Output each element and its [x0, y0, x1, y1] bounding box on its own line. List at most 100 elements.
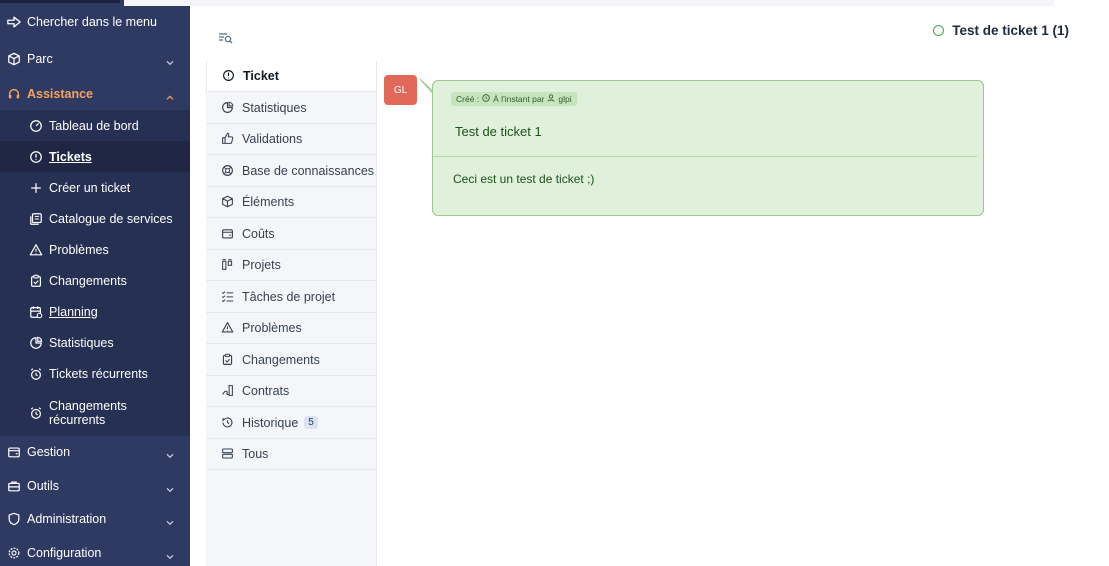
meta-user-link[interactable]: glpi: [558, 94, 571, 104]
tab-historique[interactable]: Historique 5: [206, 407, 376, 439]
sidebar-section-gestion[interactable]: Gestion: [0, 436, 190, 467]
ticket-divider: [433, 156, 977, 157]
contract-icon: [221, 384, 235, 398]
tab-couts[interactable]: Coûts: [206, 218, 376, 250]
sidebar-section-label: Assistance: [27, 86, 94, 101]
sidebar-item-planning[interactable]: Planning: [0, 296, 190, 327]
ticket-tabs: Ticket Statistiques Validations Base de …: [206, 61, 377, 566]
tab-problemes[interactable]: Problèmes: [206, 313, 376, 344]
status-new-icon: [933, 25, 945, 36]
wallet-icon: [221, 227, 235, 241]
sidebar-item-label: Changements récurrents: [49, 399, 127, 427]
chevron-down-icon: [166, 482, 174, 492]
clock-icon: [482, 94, 490, 104]
sidebar-section-configuration[interactable]: Configuration: [0, 537, 190, 566]
tab-changements[interactable]: Changements: [206, 344, 376, 376]
alarm-icon: [29, 406, 43, 420]
sidebar-item-changements-recurrents[interactable]: Changements récurrents: [0, 389, 190, 436]
alert-circle-icon: [29, 150, 43, 164]
clipboard-icon: [29, 274, 43, 288]
ticket-title: Test de ticket 1: [455, 124, 542, 139]
menu-search-label: Chercher dans le menu: [27, 15, 157, 29]
sidebar-section-label: Parc: [27, 52, 53, 66]
sidebar-item-label: Catalogue de services: [49, 211, 173, 226]
sidebar-item-problemes[interactable]: Problèmes: [0, 234, 190, 265]
tab-projets[interactable]: Projets: [206, 250, 376, 281]
user-icon: [547, 94, 555, 104]
clipboard-icon: [221, 353, 235, 367]
tab-ticket[interactable]: Ticket: [206, 61, 376, 92]
sidebar-item-changements[interactable]: Changements: [0, 265, 190, 296]
tab-label: Validations: [242, 132, 303, 146]
ticket-timeline-item: Créé : À l'instant par glpi Test de tick…: [432, 80, 984, 216]
chevron-down-icon: [166, 56, 174, 66]
user-avatar[interactable]: GL: [384, 75, 417, 105]
sidebar-section-administration[interactable]: Administration: [0, 503, 190, 534]
ticket-description: Ceci est un test de ticket ;): [453, 172, 595, 186]
tab-label: Historique: [242, 415, 299, 430]
tab-label: Problèmes: [242, 321, 302, 335]
sidebar-item-catalogue-de-services[interactable]: Catalogue de services: [0, 203, 190, 234]
gauge-icon: [29, 119, 43, 133]
page-title-text: Test de ticket 1 (1): [952, 23, 1069, 38]
sidebar-item-label: Tickets récurrents: [49, 366, 148, 381]
sidebar-item-label: Changements: [49, 273, 127, 288]
sidebar-item-label: Tickets: [49, 149, 92, 164]
history-count-badge: 5: [304, 416, 318, 429]
sidebar-item-label: Problèmes: [49, 242, 109, 257]
alarm-icon: [29, 367, 43, 381]
sidebar-section-label: Gestion: [27, 444, 71, 459]
sidebar-item-label: Statistiques: [49, 335, 114, 350]
ticket-meta-badge: Créé : À l'instant par glpi: [451, 92, 577, 106]
tab-validations[interactable]: Validations: [206, 124, 376, 155]
calendar-icon: [29, 305, 43, 319]
tab-label: Contrats: [242, 384, 290, 398]
sidebar-section-assistance[interactable]: Assistance: [0, 78, 190, 109]
wallet-icon: [7, 445, 21, 459]
briefcase-icon: [7, 479, 21, 493]
history-icon: [221, 416, 235, 430]
headset-icon: [7, 87, 21, 101]
toggle-search-icon[interactable]: [219, 32, 233, 44]
sidebar-item-label-line1: Changements: [49, 398, 127, 413]
sidebar-item-label: Planning: [49, 304, 98, 319]
sidebar-item-tickets[interactable]: Tickets: [0, 141, 190, 172]
chevron-down-icon: [166, 515, 174, 525]
tab-statistiques[interactable]: Statistiques: [206, 92, 376, 124]
sidebar-top-strip: [0, 0, 120, 3]
sidebar-item-tickets-recurrents[interactable]: Tickets récurrents: [0, 358, 190, 389]
tab-label: Tous: [242, 447, 269, 461]
tab-elements[interactable]: Éléments: [206, 187, 376, 218]
tab-tous[interactable]: Tous: [206, 439, 376, 470]
projects-icon: [221, 258, 235, 272]
page-title: Test de ticket 1 (1): [933, 23, 1069, 38]
sidebar-item-creer-un-ticket[interactable]: Créer un ticket: [0, 172, 190, 203]
top-bar: [124, 0, 1054, 6]
sidebar-section-parc[interactable]: Parc: [0, 44, 190, 74]
arrow-right-icon: [7, 15, 21, 29]
tab-taches-de-projet[interactable]: Tâches de projet: [206, 281, 376, 313]
sidebar-section-outils[interactable]: Outils: [0, 470, 190, 501]
meta-time-label: À l'instant par: [493, 94, 545, 104]
menu-search-link[interactable]: Chercher dans le menu: [0, 8, 190, 36]
tab-base-de-connaissances[interactable]: Base de connaissances: [206, 155, 376, 187]
chart-pie-icon: [29, 336, 43, 350]
sidebar-section-label: Configuration: [27, 545, 102, 560]
sidebar-item-tableau-de-bord[interactable]: Tableau de bord: [0, 110, 190, 141]
sidebar-section-label: Administration: [27, 511, 107, 526]
gear-icon: [7, 546, 21, 560]
sidebar: Chercher dans le menu Parc Assistance Ta…: [0, 0, 190, 566]
tab-label: Coûts: [242, 226, 275, 241]
shield-icon: [7, 512, 21, 526]
thumb-up-icon: [221, 132, 235, 146]
list-check-icon: [221, 290, 235, 304]
server-icon: [221, 447, 235, 461]
sidebar-item-statistiques[interactable]: Statistiques: [0, 327, 190, 358]
tab-contrats[interactable]: Contrats: [206, 376, 376, 407]
warning-icon: [29, 243, 43, 257]
chevron-down-icon: [166, 448, 174, 458]
sidebar-item-label: Tableau de bord: [49, 118, 139, 133]
chevron-up-icon: [166, 90, 174, 100]
tab-label: Statistiques: [242, 100, 307, 115]
lifebuoy-icon: [221, 164, 235, 178]
